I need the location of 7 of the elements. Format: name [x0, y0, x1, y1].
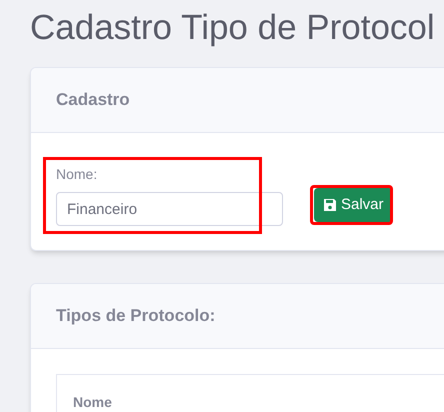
card-title: Cadastro — [56, 89, 130, 112]
card-title: Tipos de Protocolo: — [56, 305, 216, 328]
page-title: Cadastro Tipo de Protocol — [30, 7, 435, 49]
column-header: Nome — [73, 393, 112, 412]
field-label: Nome: — [56, 165, 98, 184]
name-input[interactable]: Financeiro — [56, 192, 283, 226]
save-button[interactable]: Salvar — [314, 188, 393, 222]
